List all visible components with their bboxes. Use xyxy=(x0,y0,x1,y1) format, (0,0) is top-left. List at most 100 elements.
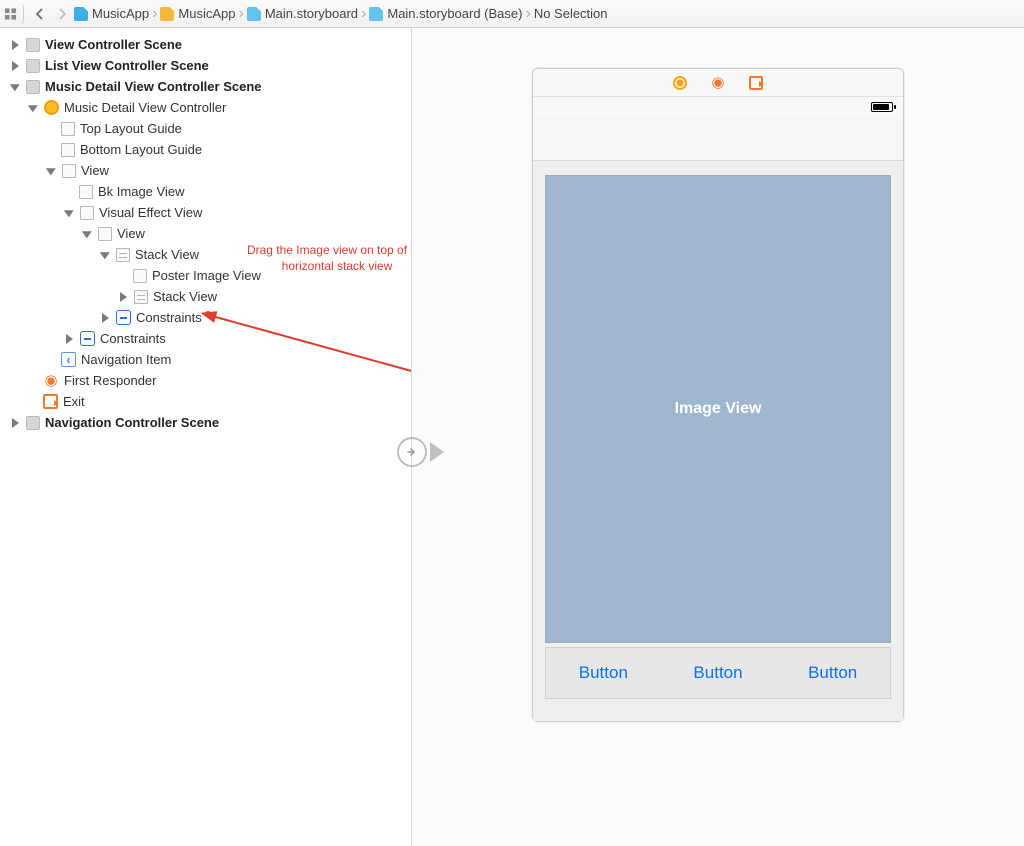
button-label: Button xyxy=(693,663,742,683)
folder-icon xyxy=(160,7,174,21)
scene-row[interactable]: View Controller Scene xyxy=(0,34,411,55)
segue-arrow-icon xyxy=(430,442,444,462)
effectview-row[interactable]: Visual Effect View xyxy=(0,202,411,223)
exit-dock-icon[interactable] xyxy=(749,76,763,90)
view-icon xyxy=(62,164,76,178)
disclosure-triangle-icon[interactable] xyxy=(101,250,111,260)
view-icon xyxy=(98,227,112,241)
view-label: View xyxy=(117,226,145,241)
scene-dock: ◉ xyxy=(533,69,903,97)
poster-image-label: Poster Image View xyxy=(152,268,261,283)
storyboard-canvas[interactable]: ◉ Image View Button Button Button xyxy=(412,28,1024,846)
storyboard-base-icon xyxy=(369,7,383,21)
scene-label: Music Detail View Controller Scene xyxy=(45,79,262,94)
nav-back-icon[interactable] xyxy=(30,4,50,24)
breadcrumb-label: MusicApp xyxy=(92,6,149,21)
disclosure-triangle-icon[interactable] xyxy=(119,292,129,302)
layout-guide-icon xyxy=(61,122,75,136)
breadcrumb-item[interactable]: Main.storyboard xyxy=(247,6,358,21)
layoutguide-row[interactable]: Top Layout Guide xyxy=(0,118,411,139)
scene-row[interactable]: Music Detail View Controller Scene xyxy=(0,76,411,97)
related-items-icon[interactable] xyxy=(4,4,24,24)
layoutguide-label: Bottom Layout Guide xyxy=(80,142,202,157)
view-row[interactable]: View xyxy=(0,160,411,181)
layoutguide-row[interactable]: Bottom Layout Guide xyxy=(0,139,411,160)
stackview-label: Stack View xyxy=(135,247,199,262)
scene-row[interactable]: Navigation Controller Scene xyxy=(0,412,411,433)
constraints-row[interactable]: Constraints xyxy=(0,328,411,349)
exit-icon xyxy=(43,394,58,409)
imageview-icon xyxy=(79,185,93,199)
horizontal-stack-view: Button Button Button xyxy=(545,647,891,699)
stackview-icon xyxy=(116,248,130,262)
breadcrumb-label: Main.storyboard (Base) xyxy=(387,6,522,21)
segue-icon xyxy=(397,437,427,467)
navitem-label: Navigation Item xyxy=(81,352,171,367)
constraints-icon xyxy=(116,310,131,325)
breadcrumb-label: No Selection xyxy=(534,6,608,21)
breadcrumb-item[interactable]: Main.storyboard (Base) xyxy=(369,6,522,21)
breadcrumb-item[interactable]: MusicApp xyxy=(74,6,149,21)
exit-row[interactable]: Exit xyxy=(0,391,411,412)
stackview-label: Stack View xyxy=(153,289,217,304)
constraints-icon xyxy=(80,331,95,346)
view-label: View xyxy=(81,163,109,178)
breadcrumb-item[interactable]: No Selection xyxy=(534,6,608,21)
chevron-right-icon: › xyxy=(152,6,157,22)
disclosure-triangle-icon[interactable] xyxy=(65,334,75,344)
disclosure-triangle-icon[interactable] xyxy=(29,103,39,113)
disclosure-triangle-icon[interactable] xyxy=(11,82,21,92)
viewcontroller-row[interactable]: Music Detail View Controller xyxy=(0,97,411,118)
disclosure-triangle-icon[interactable] xyxy=(101,313,111,323)
scene-icon xyxy=(26,80,40,94)
scene-label: Navigation Controller Scene xyxy=(45,415,219,430)
first-responder-dock-icon[interactable]: ◉ xyxy=(711,75,724,90)
document-outline[interactable]: View Controller Scene List View Controll… xyxy=(0,28,412,846)
disclosure-triangle-icon[interactable] xyxy=(11,418,21,428)
stackview-icon xyxy=(134,290,148,304)
breadcrumb-item[interactable]: MusicApp xyxy=(160,6,235,21)
button-2[interactable]: Button xyxy=(661,648,776,698)
viewcontroller-dock-icon[interactable] xyxy=(673,76,687,90)
disclosure-triangle-icon[interactable] xyxy=(83,229,93,239)
stackview-row[interactable]: Stack View xyxy=(0,244,411,265)
navigation-item-row[interactable]: ‹ Navigation Item xyxy=(0,349,411,370)
poster-image-row[interactable]: Poster Image View xyxy=(0,265,411,286)
constraints-label: Constraints xyxy=(136,310,202,325)
poster-image-view[interactable]: Image View xyxy=(545,175,891,643)
scene-icon xyxy=(26,416,40,430)
imageview-row[interactable]: Bk Image View xyxy=(0,181,411,202)
scene-icon xyxy=(26,38,40,52)
scene-label: View Controller Scene xyxy=(45,37,182,52)
stackview-row[interactable]: Stack View xyxy=(0,286,411,307)
viewcontroller-icon xyxy=(44,100,59,115)
exit-label: Exit xyxy=(63,394,85,409)
chevron-right-icon: › xyxy=(525,6,530,22)
view-row[interactable]: View xyxy=(0,223,411,244)
disclosure-triangle-icon[interactable] xyxy=(47,166,57,176)
effectview-icon xyxy=(80,206,94,220)
first-responder-row[interactable]: ◉ First Responder xyxy=(0,370,411,391)
button-3[interactable]: Button xyxy=(775,648,890,698)
breadcrumb-label: Main.storyboard xyxy=(265,6,358,21)
first-responder-icon: ◉ xyxy=(43,373,59,389)
button-label: Button xyxy=(579,663,628,683)
layoutguide-label: Top Layout Guide xyxy=(80,121,182,136)
breadcrumb: MusicApp › MusicApp › Main.storyboard › … xyxy=(74,6,1020,22)
status-bar xyxy=(533,97,903,117)
device-preview[interactable]: ◉ Image View Button Button Button xyxy=(532,68,904,722)
scene-row[interactable]: List View Controller Scene xyxy=(0,55,411,76)
constraints-row[interactable]: Constraints xyxy=(0,307,411,328)
segue-handle[interactable] xyxy=(392,432,432,472)
viewcontroller-label: Music Detail View Controller xyxy=(64,100,226,115)
disclosure-triangle-icon[interactable] xyxy=(11,40,21,50)
navigation-bar xyxy=(533,117,903,161)
chevron-right-icon: › xyxy=(361,6,366,22)
constraints-label: Constraints xyxy=(100,331,166,346)
disclosure-triangle-icon[interactable] xyxy=(65,208,75,218)
image-view-label: Image View xyxy=(675,400,762,418)
imageview-icon xyxy=(133,269,147,283)
disclosure-triangle-icon[interactable] xyxy=(11,61,21,71)
button-1[interactable]: Button xyxy=(546,648,661,698)
nav-forward-icon[interactable] xyxy=(52,4,72,24)
